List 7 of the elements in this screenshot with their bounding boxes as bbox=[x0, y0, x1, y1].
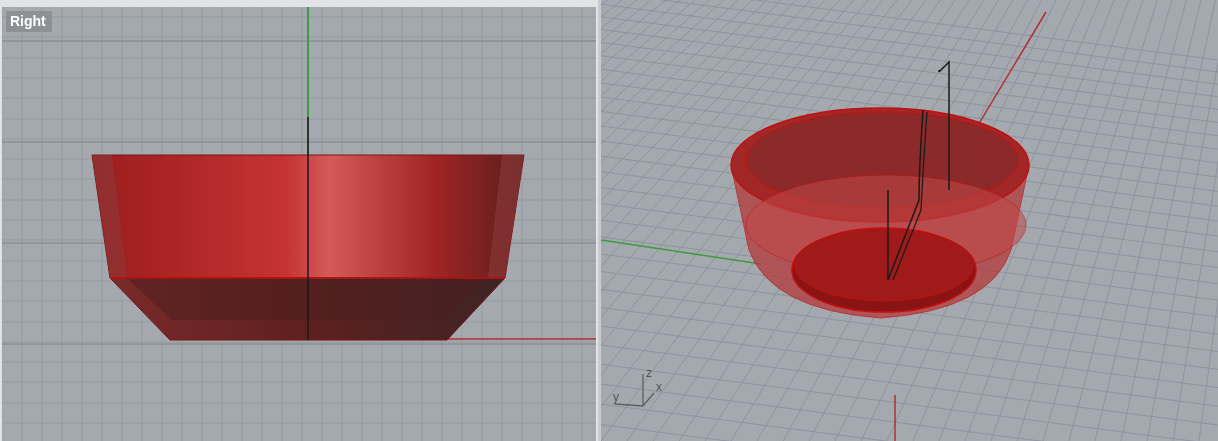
viewport[interactable]: z y x bbox=[601, 0, 1218, 441]
x-axis-line bbox=[894, 394, 896, 441]
axis-label: z bbox=[646, 366, 652, 380]
axis-label: x bbox=[656, 380, 662, 394]
viewport[interactable]: Right bbox=[0, 0, 598, 441]
axis-label: y bbox=[613, 390, 619, 404]
viewport-label[interactable]: Right bbox=[6, 11, 52, 32]
